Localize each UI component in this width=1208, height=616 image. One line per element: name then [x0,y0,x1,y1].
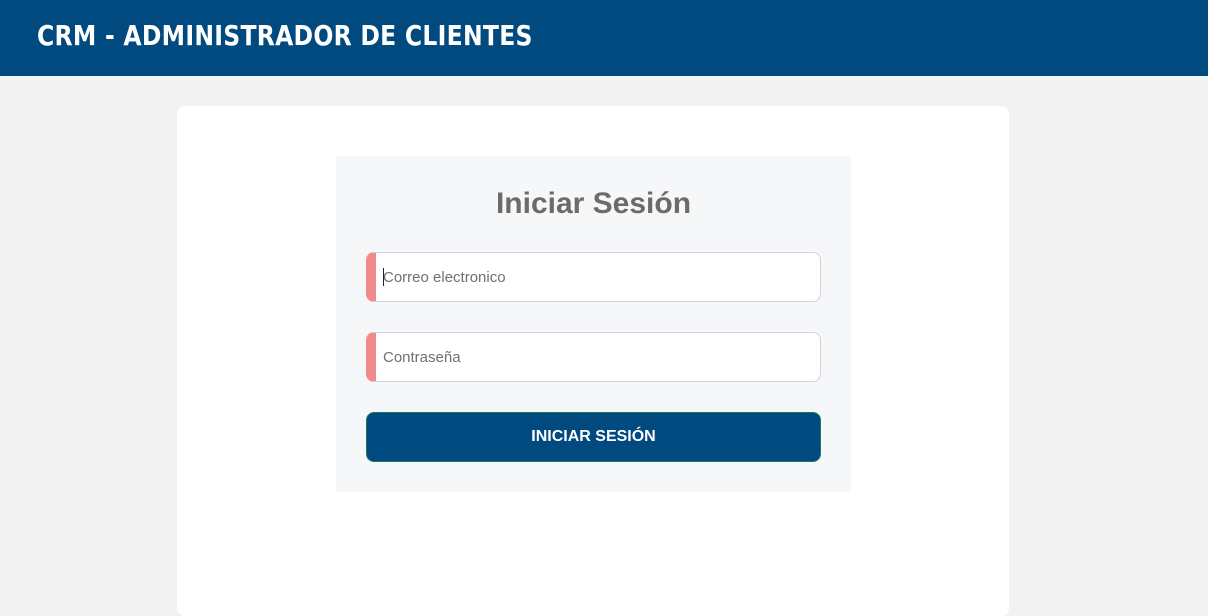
text-caret [383,268,384,286]
top-bar: CRM - ADMINISTRADOR DE CLIENTES [0,0,1208,76]
login-form: Iniciar Sesión INICIAR SESIÓN [336,156,851,492]
email-input[interactable] [376,253,820,301]
app-title: CRM - ADMINISTRADOR DE CLIENTES [37,19,533,52]
password-field-wrapper [366,332,821,382]
password-input[interactable] [376,333,820,381]
login-heading: Iniciar Sesión [495,187,692,220]
email-field-wrapper [366,252,821,302]
login-submit-button[interactable]: INICIAR SESIÓN [366,412,821,462]
